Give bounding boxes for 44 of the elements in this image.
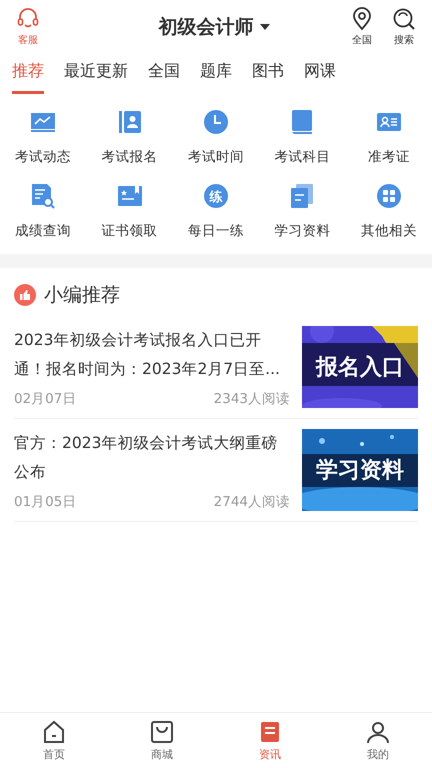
shortcut-button[interactable]: 准考证: [346, 108, 432, 166]
nav-tab[interactable]: 资讯: [216, 713, 324, 768]
caret-icon: [260, 24, 270, 30]
grid-icon: [374, 182, 403, 210]
category-tab[interactable]: 最近更新: [64, 58, 128, 94]
category-tab[interactable]: 推荐: [12, 58, 44, 94]
thumbnail-caption: 报名入口: [314, 354, 405, 382]
nav-tab[interactable]: 我的: [324, 713, 432, 768]
practice-icon: 练: [202, 182, 230, 210]
search-icon: [392, 7, 416, 31]
shortcut-button[interactable]: 练 每日一练: [172, 182, 260, 240]
shortcut-button[interactable]: 考试时间: [172, 108, 260, 166]
category-tab[interactable]: 题库: [200, 58, 232, 94]
read-count: 2744人阅读: [214, 493, 290, 511]
shortcut-button[interactable]: 其他相关: [346, 182, 432, 240]
document-search-icon: [29, 182, 58, 210]
category-tab[interactable]: 图书: [252, 58, 284, 94]
shortcut-button[interactable]: 考试动态: [0, 108, 86, 166]
user-icon: [365, 719, 391, 745]
article-title[interactable]: 官方：2023年初级会计考试大纲重磅公布: [14, 429, 290, 487]
article-date: 01月05日: [14, 493, 76, 511]
category-tab[interactable]: 全国: [148, 58, 180, 94]
thumbnail-caption: 学习资料: [315, 457, 405, 485]
exam-category-dropdown[interactable]: 初级会计师: [152, 13, 276, 41]
shortcut-button[interactable]: 证书领取: [86, 182, 173, 240]
article-title[interactable]: 2023年初级会计考试报名入口已开通！报名时间为：2023年2月7日至...: [14, 326, 290, 384]
home-icon: [41, 719, 67, 745]
customer-service-button[interactable]: 客服: [12, 7, 44, 47]
region-button[interactable]: 全国: [346, 7, 378, 47]
shortcut-button[interactable]: 学习资料: [259, 182, 346, 240]
category-tab[interactable]: 网课: [304, 58, 336, 94]
shortcut-button[interactable]: 考试报名: [86, 108, 173, 166]
section-title: 小编推荐: [44, 283, 120, 308]
clock-icon: [202, 108, 230, 136]
shopping-bag-icon: [149, 719, 175, 745]
read-count: 2343人阅读: [214, 390, 290, 408]
article-date: 02月07日: [14, 390, 76, 408]
nav-tab[interactable]: 商城: [108, 713, 216, 768]
shortcut-button[interactable]: 成绩查询: [0, 182, 86, 240]
thumbs-up-icon: [14, 284, 36, 306]
location-pin-icon: [351, 7, 373, 31]
search-button[interactable]: 搜索: [388, 7, 420, 47]
shortcut-button[interactable]: 考试科目: [259, 108, 346, 166]
nav-tab[interactable]: 首页: [0, 713, 108, 768]
